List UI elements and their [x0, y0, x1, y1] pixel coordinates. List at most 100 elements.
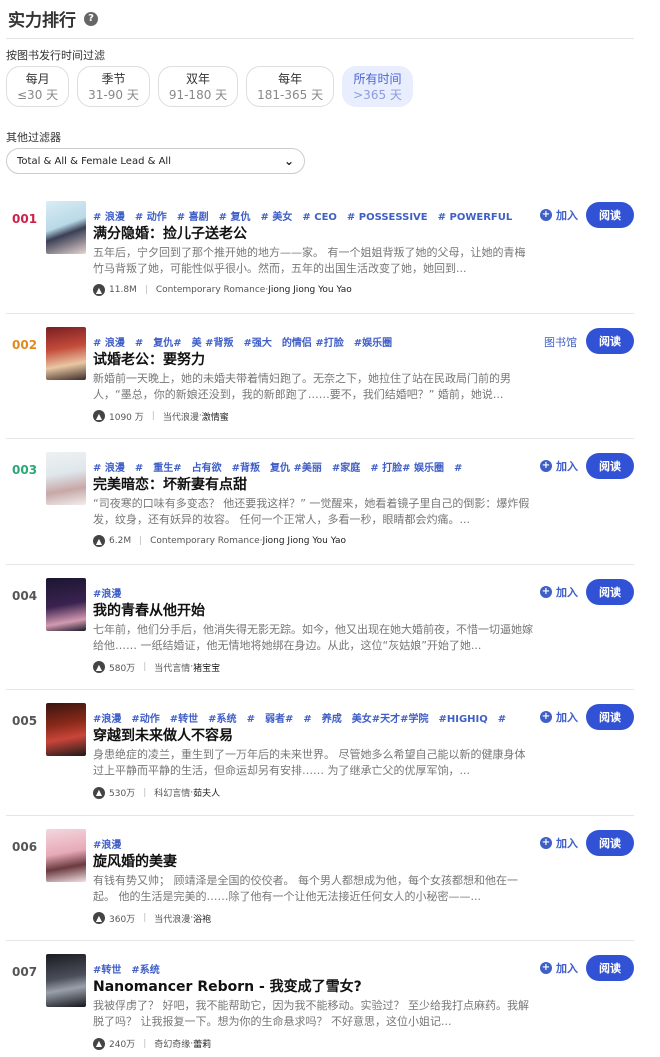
- time-filter-chip[interactable]: 每月 ≤30 天: [6, 66, 70, 107]
- book-genre[interactable]: 当代浪漫: [154, 912, 190, 925]
- add-to-library-button[interactable]: + 加入: [540, 835, 578, 851]
- other-filter-select[interactable]: Total & All & Female Lead & All ⌄: [6, 148, 305, 174]
- tag[interactable]: #浪漫: [93, 714, 121, 724]
- tag[interactable]: 养成: [322, 714, 342, 724]
- tag[interactable]: #系统: [131, 965, 159, 975]
- tag[interactable]: #强大: [244, 338, 272, 348]
- tag[interactable]: #HIGHIQ: [439, 714, 488, 724]
- book-cover[interactable]: [46, 201, 86, 254]
- popularity-icon: ▲: [93, 410, 105, 422]
- tag[interactable]: 的情侣 #打脸: [282, 338, 344, 348]
- book-title[interactable]: 试婚老公：要努力: [93, 349, 205, 369]
- add-label: 加入: [556, 711, 578, 724]
- tag[interactable]: 占有欲: [192, 463, 222, 473]
- tag[interactable]: #转世: [93, 965, 121, 975]
- book-item[interactable]: 003 # 浪漫 # 重生# 占有欲 #背叛 复仇 #美丽 #家庭 # 打脸# 娱乐圈 # 完美暗恋…: [6, 439, 634, 565]
- book-cover[interactable]: [46, 577, 86, 631]
- tag[interactable]: #: [247, 714, 255, 724]
- book-genre[interactable]: 当代言情: [154, 661, 190, 674]
- tag[interactable]: # 复仇: [219, 212, 251, 222]
- book-author[interactable]: 茹夫人: [193, 786, 220, 799]
- add-to-library-button[interactable]: + 加入: [540, 709, 578, 725]
- time-filter-range: ≤30 天: [17, 87, 59, 102]
- help-icon[interactable]: ?: [84, 11, 98, 26]
- tag[interactable]: 弱者#: [265, 714, 293, 724]
- book-author[interactable]: 猪宝宝: [193, 661, 220, 674]
- read-button[interactable]: 阅读: [586, 955, 634, 981]
- add-to-library-button[interactable]: + 加入: [540, 584, 578, 600]
- tag[interactable]: 复仇#: [153, 338, 181, 348]
- read-button[interactable]: 阅读: [586, 202, 634, 228]
- book-author[interactable]: 激情蜜: [202, 410, 229, 423]
- tag[interactable]: # 动作: [135, 212, 167, 222]
- book-genre[interactable]: 当代浪漫: [163, 410, 199, 423]
- tag[interactable]: #: [303, 714, 311, 724]
- book-cover[interactable]: [46, 452, 86, 505]
- add-to-library-button[interactable]: + 加入: [540, 458, 578, 474]
- tag[interactable]: #: [498, 714, 506, 724]
- book-title[interactable]: Nanomancer Reborn - 我变成了雪女?: [93, 976, 362, 996]
- tag[interactable]: # 浪漫: [93, 212, 125, 222]
- in-library-label[interactable]: 图书馆: [544, 334, 577, 350]
- book-author[interactable]: 浴袍: [193, 912, 211, 925]
- tag[interactable]: #娱乐圈: [354, 338, 392, 348]
- tag[interactable]: # CEO: [302, 212, 337, 222]
- tag[interactable]: #系统: [208, 714, 236, 724]
- book-author[interactable]: Jiong Jiong You Yao: [268, 285, 352, 295]
- book-genre[interactable]: 科幻言情: [154, 786, 190, 799]
- read-button[interactable]: 阅读: [586, 829, 634, 856]
- tag[interactable]: # 美女: [261, 212, 293, 222]
- book-cover[interactable]: [46, 703, 86, 756]
- add-to-library-button[interactable]: + 加入: [540, 960, 578, 976]
- book-cover[interactable]: [46, 828, 86, 882]
- meta-separator: |: [151, 411, 155, 421]
- book-cover[interactable]: [46, 954, 86, 1007]
- tag[interactable]: 复仇 #美丽: [270, 463, 322, 473]
- tag[interactable]: 美 #背叛: [192, 338, 234, 348]
- read-button[interactable]: 阅读: [586, 453, 634, 479]
- tag[interactable]: 重生#: [153, 463, 181, 473]
- book-title[interactable]: 完美暗恋：坏新妻有点甜: [93, 474, 247, 494]
- book-item[interactable]: 002 # 浪漫 # 复仇# 美 #背叛 #强大 的情侣 #打脸 #娱乐圈 试婚老公：要努力 新婚…: [6, 314, 634, 439]
- tag[interactable]: # 打脸# 娱乐圈: [370, 463, 444, 473]
- time-filter-chip[interactable]: 每年 181-365 天: [246, 66, 335, 107]
- tag[interactable]: #: [454, 463, 462, 473]
- book-item[interactable]: 004 #浪漫 我的青春从他开始 七年前，他们分手后，他消失得无影无踪。如今，他又出现…: [6, 565, 634, 690]
- popularity-icon: ▲: [93, 284, 105, 296]
- book-title[interactable]: 穿越到未来做人不容易: [93, 725, 233, 745]
- tag[interactable]: #动作: [131, 714, 159, 724]
- book-item[interactable]: 006 #浪漫 旋风婚的美妻 有钱有势又帅； 顾靖泽是全国的佼佼者。 每个男人都想成为…: [6, 816, 634, 941]
- read-button[interactable]: 阅读: [586, 704, 634, 730]
- tag[interactable]: #浪漫: [93, 589, 121, 599]
- book-title[interactable]: 旋风婚的美妻: [93, 851, 177, 871]
- tag[interactable]: # POWERFUL: [438, 212, 513, 222]
- tag[interactable]: 美女#天才#学院: [352, 714, 429, 724]
- book-item[interactable]: 007 #转世 #系统 Nanomancer Reborn - 我变成了雪女? 我被俘虏…: [6, 941, 634, 1057]
- book-genre[interactable]: Contemporary Romance: [156, 285, 265, 295]
- time-filter-chip[interactable]: 季节 31-90 天: [77, 66, 150, 107]
- book-item[interactable]: 005 #浪漫 #动作 #转世 #系统 # 弱者# # 养成 美女#天才#学院 #HIGHIQ # 穿越…: [6, 690, 634, 816]
- tag[interactable]: # 喜剧: [177, 212, 209, 222]
- book-item[interactable]: 001 # 浪漫 # 动作 # 喜剧 # 复仇 # 美女 # CEO # POSSESSIVE…: [6, 188, 634, 314]
- read-button[interactable]: 阅读: [586, 578, 634, 605]
- read-button[interactable]: 阅读: [586, 327, 634, 354]
- time-filter-chip[interactable]: 双年 91-180 天: [157, 66, 239, 107]
- tag[interactable]: # POSSESSIVE: [347, 212, 428, 222]
- book-cover[interactable]: [46, 326, 86, 380]
- book-title[interactable]: 满分隐婚：捡儿子送老公: [93, 223, 247, 243]
- tag[interactable]: # 浪漫: [93, 338, 125, 348]
- book-genre[interactable]: Contemporary Romance: [150, 536, 259, 546]
- tag[interactable]: #: [135, 463, 143, 473]
- add-to-library-button[interactable]: + 加入: [540, 207, 578, 223]
- book-author[interactable]: Jiong Jiong You Yao: [262, 536, 346, 546]
- tag[interactable]: # 浪漫: [93, 463, 125, 473]
- book-title[interactable]: 我的青春从他开始: [93, 600, 205, 620]
- tag[interactable]: #转世: [170, 714, 198, 724]
- tag[interactable]: #: [135, 338, 143, 348]
- time-filter-chip[interactable]: 所有时间 >365 天: [342, 66, 413, 107]
- tag[interactable]: #浪漫: [93, 840, 121, 850]
- tag[interactable]: #背叛: [232, 463, 260, 473]
- tag[interactable]: #家庭: [332, 463, 360, 473]
- book-genre[interactable]: 奇幻奇缘: [154, 1037, 190, 1050]
- book-author[interactable]: 蕾莉: [193, 1037, 211, 1050]
